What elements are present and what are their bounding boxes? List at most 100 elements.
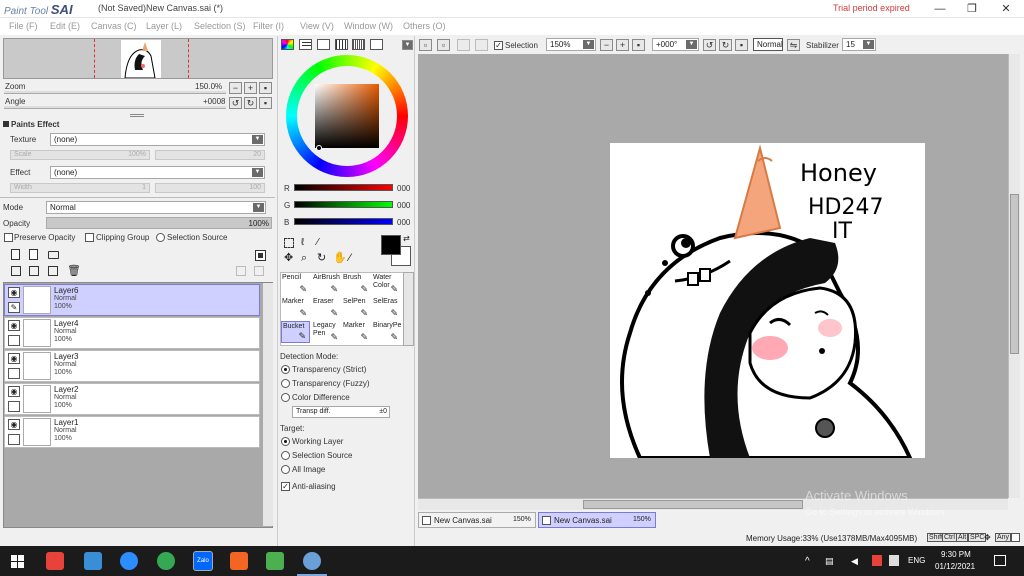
- detection-color-diff-radio[interactable]: [281, 393, 290, 402]
- notifications-icon[interactable]: [994, 555, 1006, 566]
- clock-date[interactable]: 01/12/2021: [935, 562, 975, 571]
- minimize-button[interactable]: —: [924, 0, 956, 18]
- scale-slider[interactable]: Scale 100%: [10, 150, 150, 160]
- toolbar-rotate-right-button[interactable]: ↻: [719, 39, 732, 51]
- hsv-sliders-icon[interactable]: [317, 39, 330, 50]
- close-button[interactable]: ✕: [990, 0, 1022, 18]
- tools-scrollbar[interactable]: [403, 272, 414, 346]
- toolbar-rotate-left-button[interactable]: ↺: [703, 39, 716, 51]
- menu-view[interactable]: View (V): [300, 21, 334, 31]
- vertical-scrollbar[interactable]: [1008, 54, 1020, 498]
- new-folder-icon[interactable]: [48, 251, 59, 259]
- magic-wand-icon[interactable]: ⁄: [317, 238, 319, 248]
- language-indicator[interactable]: ENG: [908, 556, 925, 565]
- visibility-eye-icon[interactable]: ◉: [8, 419, 20, 430]
- artwork-canvas[interactable]: Honey HD247 IT: [610, 143, 925, 460]
- red-slider[interactable]: [294, 184, 393, 191]
- width-slider[interactable]: Width 1: [10, 183, 150, 193]
- undo-button[interactable]: [457, 39, 470, 51]
- panel-splitter[interactable]: [130, 114, 144, 117]
- texture-select[interactable]: (none) ▼: [50, 133, 265, 146]
- layer-lock-checkbox[interactable]: [8, 335, 20, 346]
- rgb-sliders-icon[interactable]: [299, 39, 312, 50]
- tool-seleras[interactable]: SelEras ✎: [372, 297, 401, 319]
- flip-view-button[interactable]: ⇋: [787, 39, 800, 51]
- network-icon[interactable]: ▤: [825, 556, 834, 567]
- zoom-reset-button[interactable]: ▪: [259, 82, 272, 94]
- tool-binarype[interactable]: BinaryPe ✎: [372, 321, 401, 343]
- transfer-down-icon[interactable]: [11, 266, 21, 276]
- hand-icon[interactable]: ✋: [333, 253, 347, 264]
- menu-filter[interactable]: Filter (I): [253, 21, 284, 31]
- view-mode-button[interactable]: Normal: [753, 38, 783, 51]
- target-working-layer-radio[interactable]: [281, 437, 290, 446]
- effect-select[interactable]: (none) ▼: [50, 166, 265, 179]
- layer-lock-checkbox[interactable]: [8, 434, 20, 445]
- lasso-icon[interactable]: ℓ: [301, 238, 304, 248]
- stabilizer-select[interactable]: 15 ▼: [842, 38, 876, 51]
- layer-row[interactable]: ◉ Layer1 Normal 100%: [4, 416, 260, 448]
- scale-strength-slider[interactable]: 20: [155, 150, 265, 160]
- layers-scrollbar[interactable]: [262, 283, 273, 526]
- avast-icon[interactable]: [230, 552, 248, 570]
- tool-brush[interactable]: Brush ✎: [342, 273, 371, 295]
- detection-fuzzy-radio[interactable]: [281, 379, 290, 388]
- canvas-tab-2[interactable]: New Canvas.sai 150%: [538, 512, 656, 528]
- collapse-icon[interactable]: [3, 121, 9, 127]
- clock-time[interactable]: 9:30 PM: [941, 550, 971, 559]
- selection-source-radio[interactable]: [156, 233, 165, 242]
- toolbar-zoom-in-button[interactable]: +: [616, 39, 629, 51]
- merge-down-icon[interactable]: [29, 266, 39, 276]
- app-laptop-icon[interactable]: [84, 552, 102, 570]
- tray-app-icon[interactable]: [872, 555, 882, 566]
- rotate-reset-button[interactable]: ▪: [259, 97, 272, 109]
- saturation-value-box[interactable]: [315, 84, 379, 148]
- menu-window[interactable]: Window (W): [344, 21, 393, 31]
- visibility-eye-icon[interactable]: ◉: [8, 287, 20, 298]
- tool-marker[interactable]: Marker ✎: [281, 297, 310, 319]
- clipping-group-checkbox[interactable]: [85, 233, 94, 242]
- toolbar-zoom-out-button[interactable]: −: [600, 39, 613, 51]
- layer-row[interactable]: ◉ ✎ Layer6 Normal 100%: [4, 284, 260, 316]
- transp-diff-slider[interactable]: Transp diff. ±0: [292, 406, 390, 418]
- target-all-image-radio[interactable]: [281, 465, 290, 474]
- tool-selpen[interactable]: SelPen ✎: [342, 297, 371, 319]
- invert-selection-button[interactable]: ▫: [437, 39, 450, 51]
- scratchpad-icon[interactable]: [352, 39, 365, 50]
- target-selection-source-radio[interactable]: [281, 451, 290, 460]
- deselect-button[interactable]: ▫: [419, 39, 432, 51]
- redo-button[interactable]: [475, 39, 488, 51]
- detection-strict-radio[interactable]: [281, 365, 290, 374]
- tool-bucket[interactable]: Bucket ✎: [281, 321, 310, 343]
- preserve-opacity-checkbox[interactable]: [4, 233, 13, 242]
- game-icon[interactable]: [266, 552, 284, 570]
- dropdown-icon[interactable]: ▼: [402, 40, 413, 50]
- paint-tool-sai-icon[interactable]: [303, 552, 321, 570]
- eyedropper-icon[interactable]: ⁄: [349, 253, 351, 264]
- rotate-right-button[interactable]: ↻: [244, 97, 257, 109]
- zoom-slider[interactable]: [4, 91, 226, 94]
- menu-selection[interactable]: Selection (S): [194, 21, 246, 31]
- tool-pencil[interactable]: Pencil ✎: [281, 273, 310, 295]
- rotate-left-button[interactable]: ↺: [229, 97, 242, 109]
- blue-slider[interactable]: [294, 218, 393, 225]
- layer-row[interactable]: ◉ Layer4 Normal 100%: [4, 317, 260, 349]
- chrome-icon[interactable]: [157, 552, 175, 570]
- zoom-icon[interactable]: ⌕: [301, 253, 307, 264]
- color-picker-cursor[interactable]: [316, 145, 322, 151]
- menu-edit[interactable]: Edit (E): [50, 21, 80, 31]
- angle-select[interactable]: +000° ▼: [652, 38, 699, 51]
- layer-row[interactable]: ◉ Layer3 Normal 100%: [4, 350, 260, 382]
- windows-start-icon[interactable]: [11, 555, 24, 568]
- horizontal-scroll-thumb[interactable]: [583, 500, 803, 509]
- tray-app-icon-2[interactable]: [889, 555, 899, 566]
- canvas-tab-1[interactable]: New Canvas.sai 150%: [418, 512, 536, 528]
- maximize-button[interactable]: ❐: [956, 0, 988, 18]
- antialiasing-checkbox[interactable]: ✓: [281, 482, 290, 491]
- menu-file[interactable]: File (F): [9, 21, 38, 31]
- zoom-app-icon[interactable]: [120, 552, 138, 570]
- opacity-slider[interactable]: 100%: [46, 217, 272, 229]
- angle-slider[interactable]: [4, 106, 226, 109]
- tool-eraser[interactable]: Eraser ✎: [312, 297, 341, 319]
- tool-marker[interactable]: Marker ✎: [342, 321, 371, 343]
